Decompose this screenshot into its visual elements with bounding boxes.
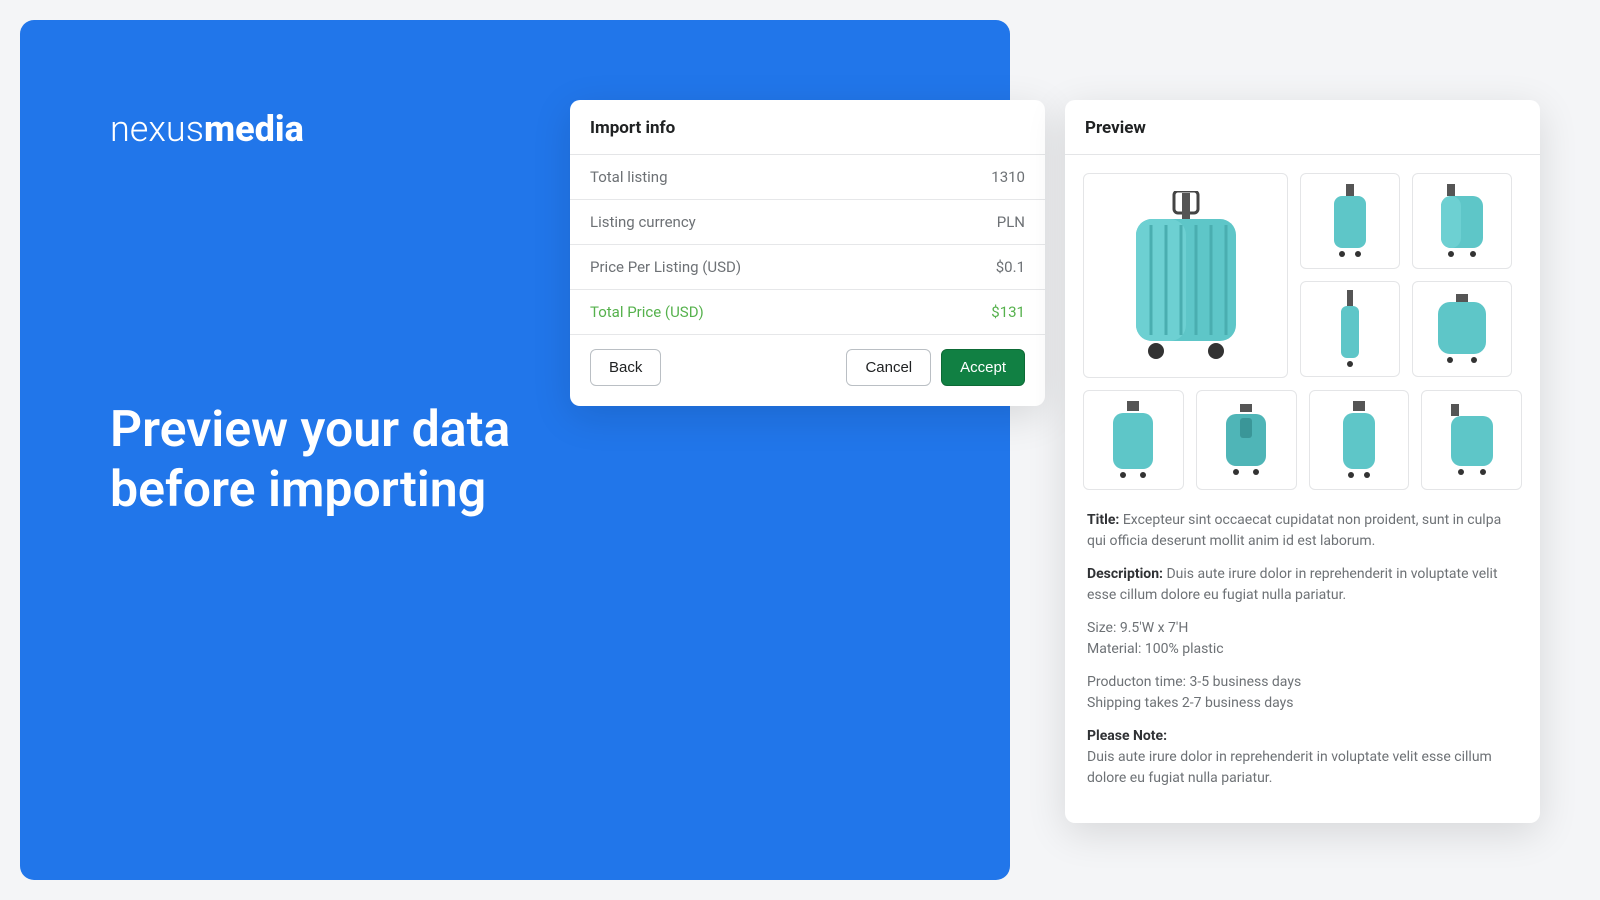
back-button[interactable]: Back bbox=[590, 349, 661, 386]
suitcase-icon bbox=[1222, 404, 1270, 476]
production-text: Producton time: 3-5 business days bbox=[1087, 672, 1518, 693]
product-image-main[interactable] bbox=[1083, 173, 1288, 378]
row-total-price: Total Price (USD) $131 bbox=[570, 290, 1045, 335]
product-thumbnail[interactable] bbox=[1083, 390, 1184, 490]
suitcase-icon bbox=[1339, 401, 1379, 479]
row-label: Total listing bbox=[590, 168, 668, 186]
row-label: Listing currency bbox=[590, 213, 696, 231]
product-thumbnail[interactable] bbox=[1309, 390, 1410, 490]
product-thumbnail[interactable] bbox=[1421, 390, 1522, 490]
product-thumbnail[interactable] bbox=[1412, 281, 1512, 377]
import-actions: Back Cancel Accept bbox=[570, 335, 1045, 406]
suitcase-icon bbox=[1335, 290, 1365, 368]
preview-title: Preview bbox=[1065, 100, 1540, 155]
cancel-button[interactable]: Cancel bbox=[846, 349, 931, 386]
product-thumbnail[interactable] bbox=[1300, 281, 1400, 377]
product-thumbnail[interactable] bbox=[1300, 173, 1400, 269]
product-description: Title: Excepteur sint occaecat cupidatat… bbox=[1065, 490, 1540, 789]
product-gallery bbox=[1065, 155, 1540, 378]
row-listing-currency: Listing currency PLN bbox=[570, 200, 1045, 245]
hero-headline: Preview your data before importing bbox=[110, 400, 920, 520]
row-value: $0.1 bbox=[996, 258, 1025, 276]
accept-button[interactable]: Accept bbox=[941, 349, 1025, 386]
suitcase-icon bbox=[1447, 404, 1497, 476]
row-label: Price Per Listing (USD) bbox=[590, 258, 741, 276]
import-info-title: Import info bbox=[570, 100, 1045, 155]
note-text: Duis aute irure dolor in reprehenderit i… bbox=[1087, 747, 1518, 789]
suitcase-icon bbox=[1109, 401, 1157, 479]
suitcase-icon bbox=[1434, 294, 1490, 364]
title-label: Title: bbox=[1087, 512, 1119, 528]
suitcase-icon bbox=[1437, 184, 1487, 258]
preview-card: Preview bbox=[1065, 100, 1540, 823]
suitcase-icon bbox=[1126, 191, 1246, 361]
row-value: PLN bbox=[997, 213, 1025, 231]
product-gallery-row bbox=[1065, 378, 1540, 490]
shipping-text: Shipping takes 2-7 business days bbox=[1087, 693, 1518, 714]
row-price-per-listing: Price Per Listing (USD) $0.1 bbox=[570, 245, 1045, 290]
product-thumbnail[interactable] bbox=[1412, 173, 1512, 269]
size-text: Size: 9.5'W x 7'H bbox=[1087, 618, 1518, 639]
note-label: Please Note: bbox=[1087, 728, 1167, 744]
row-value: $131 bbox=[991, 303, 1025, 321]
description-label: Description: bbox=[1087, 566, 1163, 582]
row-value: 1310 bbox=[991, 168, 1025, 186]
product-thumbnail[interactable] bbox=[1196, 390, 1297, 490]
import-info-card: Import info Total listing 1310 Listing c… bbox=[570, 100, 1045, 406]
row-total-listing: Total listing 1310 bbox=[570, 155, 1045, 200]
material-text: Material: 100% plastic bbox=[1087, 639, 1518, 660]
row-label: Total Price (USD) bbox=[590, 303, 704, 321]
suitcase-icon bbox=[1330, 184, 1370, 258]
title-text: Excepteur sint occaecat cupidatat non pr… bbox=[1087, 512, 1501, 549]
